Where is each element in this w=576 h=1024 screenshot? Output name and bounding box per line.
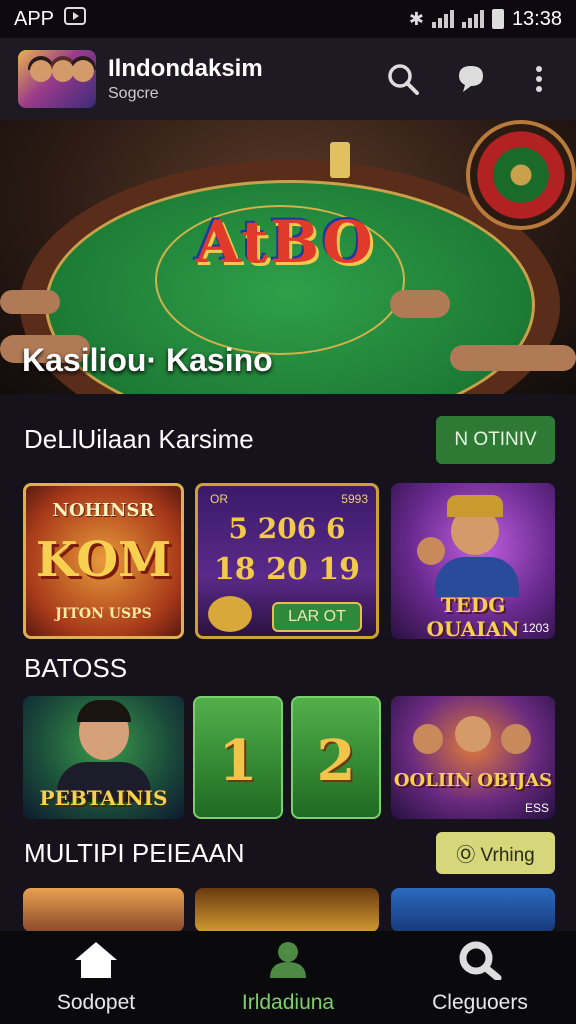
section1-more-button[interactable]: N OTINIV — [436, 416, 555, 464]
app-title: Ilndondaksim — [108, 55, 263, 82]
app-bar: Ilndondaksim Sogcre — [0, 38, 576, 120]
chat-bubble-icon[interactable] — [452, 60, 490, 98]
nav-label-people: Irldadiuna — [241, 991, 335, 1014]
signal-2-icon — [461, 10, 484, 28]
section3-more-button[interactable]: Ⓞ Vrhing — [436, 832, 555, 874]
slots-play-button[interactable]: LAR OT — [272, 602, 362, 632]
status-time: 13:38 — [511, 7, 562, 30]
coin-pile-icon — [208, 596, 252, 632]
game-tile-partial-2[interactable] — [195, 888, 379, 932]
app-subtitle: Sogcre — [108, 85, 159, 102]
signal-icon — [431, 10, 454, 28]
people-icon — [266, 940, 310, 985]
game-tile-partial-3[interactable] — [391, 888, 555, 932]
game-tile-number-1[interactable]: 1 — [193, 696, 283, 819]
game-tile-oolin[interactable]: OOLIIN OBIJAS ESS — [391, 696, 555, 819]
app-logo[interactable] — [18, 50, 96, 108]
play-icon — [64, 6, 87, 32]
hero-logo-text: AtBO — [195, 208, 375, 276]
nav-label-home: Sodopet — [56, 991, 136, 1014]
home-icon — [73, 940, 119, 985]
game-tile-partial-1[interactable] — [23, 888, 184, 932]
hero-caption: Kasiliou· Kasino — [22, 342, 273, 378]
section-title-1: DeLlUilaan Karsime — [24, 424, 254, 454]
section-title-3: MULTIPI PEIEAAN — [24, 838, 245, 868]
section-title-2: BATOSS — [24, 653, 128, 683]
status-bar: APP ✱ 13:38 — [0, 0, 576, 38]
bottom-nav: Sodopet Irldadiuna Cleguoers — [0, 931, 576, 1024]
game-tile-slots[interactable]: OR 5993 5 206 6 18 20 19 LAR OT — [195, 483, 379, 639]
bluetooth-icon: ✱ — [408, 8, 424, 29]
key-icon — [458, 940, 502, 985]
roulette-wheel — [466, 120, 576, 230]
game-tile-number-2[interactable]: 2 — [291, 696, 381, 819]
game-tile-tedg[interactable]: TEDG OUAIAN 1203 — [391, 483, 555, 639]
search-icon[interactable] — [384, 60, 422, 98]
nav-label-key: Cleguoers — [432, 991, 528, 1014]
nav-item-people[interactable]: Irldadiuna — [192, 931, 384, 1024]
nav-item-key[interactable]: Cleguoers — [384, 931, 576, 1024]
chip-stack — [330, 142, 350, 178]
more-vert-icon[interactable] — [520, 60, 558, 98]
nav-item-home[interactable]: Sodopet — [0, 931, 192, 1024]
hero-banner[interactable]: AtBO Kasiliou· Kasino — [0, 120, 576, 394]
battery-icon — [491, 9, 504, 29]
status-app-label: APP — [14, 7, 55, 30]
game-tile-pebtainis[interactable]: PEBTAINIS — [23, 696, 184, 819]
game-tile-kom[interactable]: NOHINSR KOM JITON USPS — [23, 483, 184, 639]
